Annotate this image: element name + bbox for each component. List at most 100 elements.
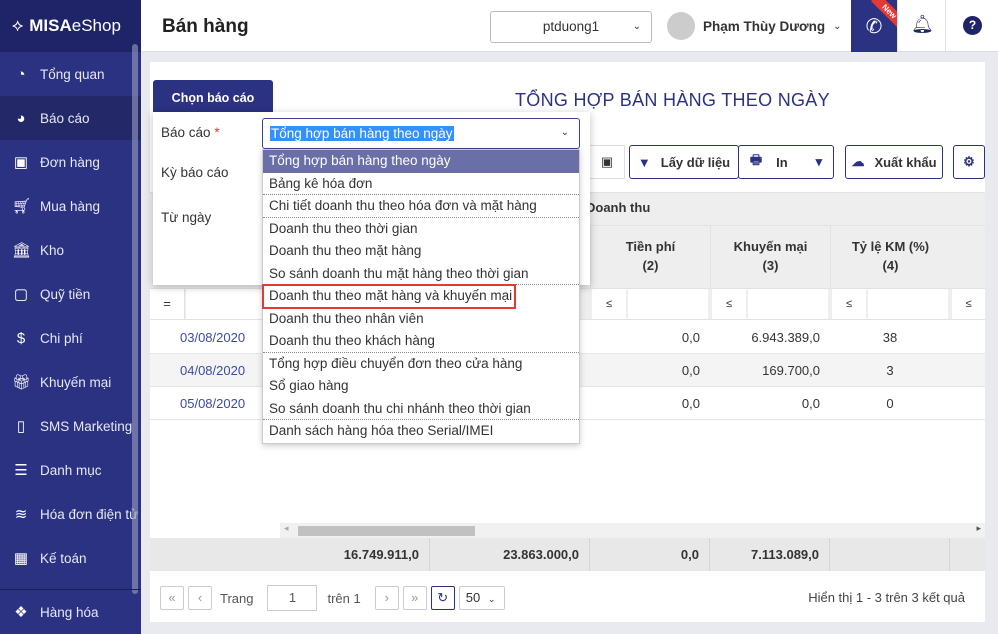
- pagination: « ‹ Trang 1 trên 1 › » ↻ 50 ⌄: [160, 585, 505, 611]
- logo[interactable]: ⟡ MISA eShop: [0, 0, 141, 52]
- filter-operator[interactable]: ≤: [832, 289, 866, 319]
- column-filter[interactable]: ≤: [952, 289, 985, 319]
- sidebar-item-10[interactable]: ≋ Hóa đơn điện tử: [0, 492, 141, 536]
- filter-input[interactable]: [628, 289, 708, 319]
- gear-icon: ⚙: [963, 154, 975, 169]
- report-option[interactable]: Danh sách hàng hóa theo Serial/IMEI: [263, 420, 579, 443]
- avatar: [667, 12, 695, 40]
- date-link[interactable]: 03/08/2020: [180, 330, 245, 345]
- chevron-down-icon: ⌄: [560, 127, 569, 138]
- promo-cell: 169.700,0: [762, 363, 820, 378]
- bell-icon[interactable]: 🔔︎: [911, 14, 934, 35]
- report-dropdown-list: Tổng hợp bán hàng theo ngày Bảng kê hóa đ…: [262, 149, 580, 444]
- print-button[interactable]: 🖶︎ In ▾: [738, 145, 834, 179]
- sidebar-item-hang-hoa[interactable]: ❖ Hàng hóa: [0, 590, 141, 634]
- column-filter[interactable]: ≤: [712, 289, 828, 319]
- calculator-icon: ▦: [13, 550, 29, 567]
- export-button[interactable]: ☁ Xuất khẩu: [845, 145, 943, 179]
- report-option[interactable]: So sánh doanh thu mặt hàng theo thời gia…: [263, 263, 579, 285]
- report-option[interactable]: Sổ giao hàng: [263, 375, 579, 398]
- date-link[interactable]: 05/08/2020: [180, 396, 245, 411]
- promo-cell: 6.943.389,0: [751, 330, 820, 345]
- column-header[interactable]: Tiền phí (2): [590, 225, 710, 288]
- report-select[interactable]: Tổng hợp bán hàng theo ngày ⌄: [262, 118, 580, 149]
- filter-input[interactable]: [748, 289, 828, 319]
- totals-row: 16.749.911,0 23.863.000,0 0,0 7.113.089,…: [150, 538, 985, 571]
- fee-cell: 0,0: [681, 396, 700, 411]
- report-option[interactable]: Doanh thu theo thời gian: [263, 218, 579, 241]
- sidebar-item-8[interactable]: ▯ SMS Marketing: [0, 404, 141, 448]
- sidebar-item-5[interactable]: ▢ Quỹ tiền: [0, 272, 141, 316]
- safe-icon: ▢: [13, 286, 29, 303]
- rate-cell: 3: [886, 363, 894, 378]
- settings-button[interactable]: ⚙: [953, 145, 985, 179]
- column-filter[interactable]: ≤: [592, 289, 708, 319]
- report-option[interactable]: Doanh thu theo nhân viên: [263, 308, 579, 331]
- last-page-button[interactable]: »: [402, 586, 427, 610]
- report-option[interactable]: Doanh thu theo khách hàng: [263, 330, 579, 353]
- refresh-button[interactable]: ↻: [430, 586, 455, 610]
- page-input[interactable]: 1: [267, 585, 318, 611]
- report-option[interactable]: Tổng hợp điều chuyển đơn theo cửa hàng: [263, 353, 579, 376]
- prev-page-button[interactable]: ‹: [188, 586, 212, 610]
- choose-report-tab[interactable]: Chọn báo cáo: [153, 80, 273, 114]
- report-option[interactable]: Doanh thu theo mặt hàng và khuyến mại: [262, 284, 516, 309]
- bank-icon: 🏛︎: [12, 242, 32, 259]
- sidebar-item-4[interactable]: 🏛︎ Kho: [0, 228, 141, 272]
- column-header[interactable]: Khuyến mại (3): [710, 225, 830, 288]
- report-option[interactable]: Tổng hợp bán hàng theo ngày: [263, 150, 579, 173]
- total-cell: 16.749.911,0: [280, 538, 430, 571]
- filter-icon: ▼: [637, 154, 651, 170]
- next-page-button[interactable]: ›: [374, 586, 399, 610]
- user-menu[interactable]: Phạm Thùy Dương ⌄: [667, 12, 842, 40]
- gift-icon: 🎁︎: [12, 374, 32, 391]
- filter-operator[interactable]: =: [150, 289, 185, 319]
- column-header[interactable]: Tỷ lệ KM (%) (4): [830, 225, 950, 288]
- store-select[interactable]: ptduong1 ⌄: [490, 11, 652, 43]
- from-date-label: Từ ngày: [161, 210, 212, 225]
- filter-operator[interactable]: ≤: [592, 289, 626, 319]
- caret-down-icon: ▾: [815, 154, 823, 169]
- report-title: TỔNG HỢP BÁN HÀNG THEO NGÀY: [515, 90, 830, 110]
- page-title: Bán hàng: [162, 16, 249, 37]
- help-icon[interactable]: ?: [963, 16, 982, 35]
- column-filter[interactable]: ≤: [832, 289, 948, 319]
- filter-operator[interactable]: ≤: [952, 289, 985, 319]
- top-header: Bán hàng ptduong1 ⌄ Phạm Thùy Dương ⌄ ✆ New…: [141, 0, 998, 52]
- first-page-button[interactable]: «: [160, 586, 184, 610]
- sidebar-item-6[interactable]: $ Chi phí: [0, 316, 141, 360]
- list-icon: ☰: [14, 462, 28, 479]
- sidebar-item-0[interactable]: ◔ Tổng quan: [0, 52, 141, 96]
- sidebar-item-7[interactable]: 🎁︎ Khuyến mại: [0, 360, 141, 404]
- sidebar-item-1[interactable]: ◕ Báo cáo: [0, 96, 141, 140]
- total-cell: 0,0: [590, 538, 710, 571]
- report-option[interactable]: Bảng kê hóa đơn: [263, 173, 579, 195]
- report-option[interactable]: Chi tiết doanh thu theo hóa đơn và mặt h…: [263, 195, 579, 218]
- report-option[interactable]: Doanh thu theo mặt hàng: [263, 240, 579, 263]
- sidebar-item-11[interactable]: ▦ Kế toán: [0, 536, 141, 580]
- report-label: Báo cáo *: [161, 125, 220, 140]
- horizontal-scrollbar[interactable]: ◂ ▸: [280, 523, 985, 538]
- sidebar-item-2[interactable]: ▣ Đơn hàng: [0, 140, 141, 184]
- promo-cell: 0,0: [801, 396, 820, 411]
- calendar-icon[interactable]: ▣: [590, 145, 625, 179]
- truck-icon: ▣: [13, 154, 29, 171]
- fee-cell: 0,0: [681, 330, 700, 345]
- pie-chart-icon: ◕: [16, 109, 26, 127]
- report-option[interactable]: So sánh doanh thu chi nhánh theo thời gi…: [263, 398, 579, 420]
- sidebar-item-9[interactable]: ☰ Danh mục: [0, 448, 141, 492]
- rate-cell: 38: [882, 330, 898, 345]
- fetch-data-button[interactable]: ▼ Lấy dữ liệu: [629, 145, 739, 179]
- filter-operator[interactable]: ≤: [712, 289, 746, 319]
- hotline-button[interactable]: ✆ New: [851, 0, 897, 52]
- sidebar-scrollbar[interactable]: [132, 44, 138, 594]
- date-link[interactable]: 04/08/2020: [180, 363, 245, 378]
- cart-icon: 🛒︎: [12, 198, 32, 215]
- sidebar-item-3[interactable]: 🛒︎ Mua hàng: [0, 184, 141, 228]
- phone-icon: ✆: [865, 15, 883, 38]
- printer-icon: 🖶︎: [749, 152, 763, 167]
- logo-icon: ⟡: [12, 16, 24, 35]
- page-size-select[interactable]: 50 ⌄: [458, 586, 505, 610]
- boxes-icon: ❖: [14, 604, 28, 621]
- filter-input[interactable]: [868, 289, 948, 319]
